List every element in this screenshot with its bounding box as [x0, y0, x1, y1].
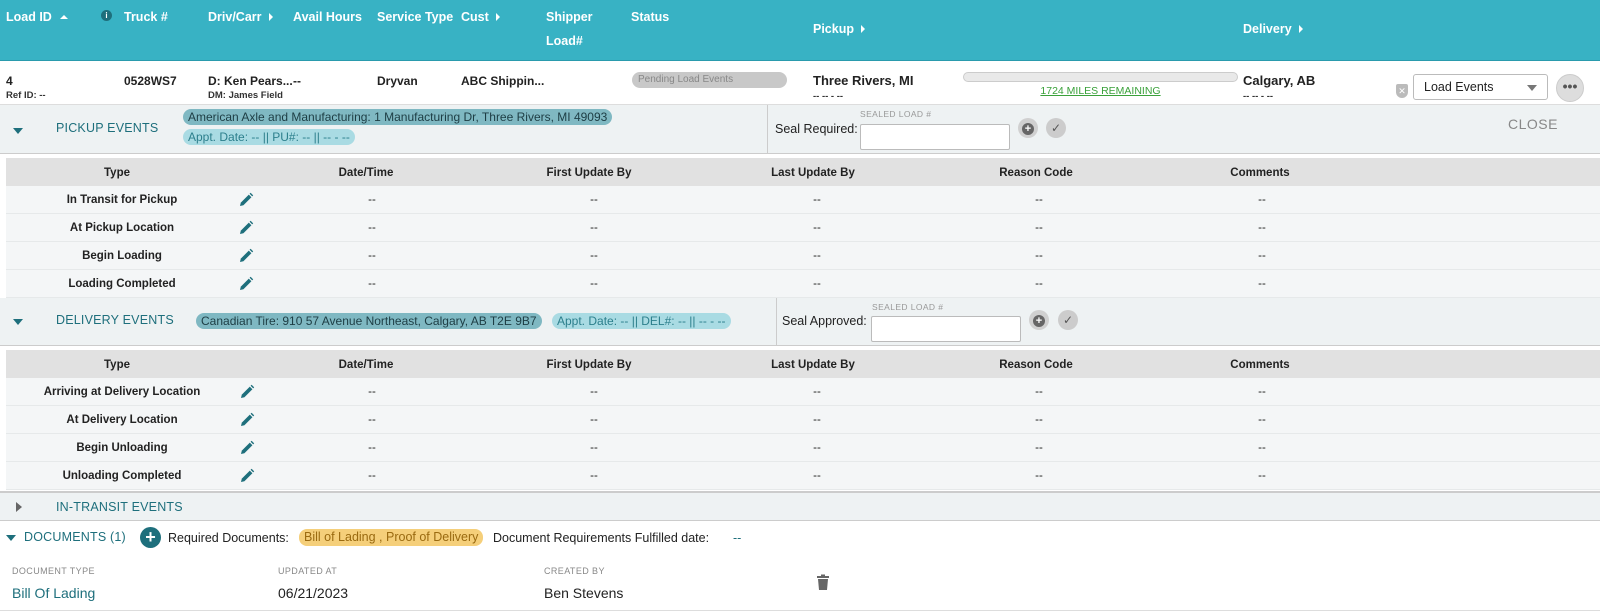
sealed-load-caption: SEALED LOAD # — [860, 109, 932, 119]
table-row: Unloading Completed -- -- -- -- -- — [6, 462, 1600, 490]
trash-icon[interactable] — [816, 574, 830, 591]
pencil-icon[interactable] — [238, 276, 254, 292]
pencil-icon[interactable] — [239, 412, 255, 428]
add-document-button[interactable]: + — [140, 527, 161, 548]
pickup-sealed-load-input[interactable] — [860, 124, 1010, 150]
add-seal-button[interactable]: + — [1029, 310, 1049, 330]
expand-icon — [861, 25, 865, 33]
table-row: At Delivery Location -- -- -- -- -- — [6, 406, 1600, 434]
pickup-events-header: PICKUP EVENTS American Axle and Manufact… — [0, 105, 1600, 154]
header-pickup[interactable]: Pickup — [813, 22, 865, 36]
sort-asc-icon — [59, 15, 68, 19]
document-type-header: DOCUMENT TYPE — [12, 566, 95, 576]
close-button[interactable]: CLOSE — [1508, 116, 1558, 132]
avail-hours: -- — [293, 74, 301, 88]
required-documents-label: Required Documents: — [168, 531, 289, 545]
created-by-header: CREATED BY — [544, 566, 605, 576]
dispatch-manager: DM: James Field — [208, 90, 283, 101]
created-by-value: Ben Stevens — [544, 585, 624, 601]
delivery-appt-chip: Appt. Date: -- || DEL#: -- || -- - -- — [552, 313, 731, 329]
load-row[interactable]: 4 Ref ID: -- 0528WS7 D: Ken Pears... DM:… — [0, 61, 1600, 105]
delivery-events-title[interactable]: DELIVERY EVENTS — [56, 313, 174, 327]
delivery-events-header: DELIVERY EVENTS Canadian Tire: 910 57 Av… — [0, 298, 1600, 346]
collapse-icon[interactable] — [13, 128, 23, 134]
expand-icon[interactable] — [16, 502, 22, 512]
more-options-button[interactable]: ••• — [1556, 74, 1584, 102]
load-events-select[interactable]: Load Events — [1413, 74, 1548, 100]
header-service-type[interactable]: Service Type — [377, 10, 453, 24]
documents-header: DOCUMENTS (1) + Required Documents: Bill… — [0, 522, 1600, 554]
pickup-city: Three Rivers, MI — [813, 73, 914, 88]
table-header: Load ID i Truck # Driv/Carr Avail Hours … — [0, 0, 1600, 61]
expand-icon — [268, 13, 273, 21]
in-transit-events-title[interactable]: IN-TRANSIT EVENTS — [56, 500, 183, 514]
plus-icon: + — [1033, 315, 1045, 327]
miles-remaining-link[interactable]: 1724 MILES REMAINING — [963, 85, 1238, 97]
table-row: Begin Loading -- -- -- -- -- — [6, 242, 1600, 270]
delivery-sealed-load-input[interactable] — [871, 316, 1021, 342]
info-icon: i — [101, 10, 112, 21]
service-type: Dryvan — [377, 74, 418, 88]
collapse-icon[interactable] — [6, 535, 16, 541]
table-row: Arriving at Delivery Location -- -- -- -… — [6, 378, 1600, 406]
delivery-address-chip: Canadian Tire: 910 57 Avenue Northeast, … — [196, 313, 542, 329]
customer[interactable]: ABC Shippin... — [461, 74, 544, 88]
pencil-icon[interactable] — [239, 440, 255, 456]
seal-required-label: Seal Required: — [775, 122, 858, 136]
table-row: In Transit for Pickup -- -- -- -- -- — [6, 186, 1600, 214]
document-type-link[interactable]: Bill Of Lading — [12, 585, 95, 601]
chevron-down-icon — [1527, 85, 1537, 91]
pencil-icon[interactable] — [239, 384, 255, 400]
truck-number: 0528WS7 — [124, 74, 177, 88]
table-row: At Pickup Location -- -- -- -- -- — [6, 214, 1600, 242]
pencil-icon[interactable] — [238, 220, 254, 236]
seal-approved-label: Seal Approved: — [782, 314, 867, 328]
delivery-table-header: Type Date/Time First Update By Last Upda… — [6, 350, 1600, 380]
pencil-icon[interactable] — [239, 468, 255, 484]
required-documents-chip: Bill of Lading , Proof of Delivery — [299, 529, 484, 546]
driver-name[interactable]: D: Ken Pears... — [208, 74, 293, 88]
header-delivery[interactable]: Delivery — [1243, 22, 1303, 36]
sealed-load-caption: SEALED LOAD # — [872, 302, 944, 312]
header-cust[interactable]: Cust — [461, 10, 500, 24]
confirm-seal-button[interactable]: ✓ — [1046, 118, 1066, 138]
shield-icon[interactable]: ✕ — [1396, 84, 1408, 98]
header-status[interactable]: Status — [631, 10, 669, 24]
table-row: Begin Unloading -- -- -- -- -- — [6, 434, 1600, 462]
updated-at-value: 06/21/2023 — [278, 585, 349, 601]
status-badge: Pending Load Events — [632, 72, 787, 88]
pickup-table-header: Type Date/Time First Update By Last Upda… — [6, 158, 1600, 188]
expand-icon — [1298, 25, 1303, 33]
pencil-icon[interactable] — [238, 192, 254, 208]
ref-id: Ref ID: -- — [6, 90, 46, 101]
pencil-icon[interactable] — [238, 248, 254, 264]
table-row: Loading Completed -- -- -- -- -- — [6, 270, 1600, 298]
updated-at-header: UPDATED AT — [278, 566, 338, 576]
expand-icon — [495, 13, 500, 21]
plus-icon: + — [1022, 123, 1034, 135]
fulfilled-date-value: -- — [733, 531, 742, 545]
pickup-events-title[interactable]: PICKUP EVENTS — [56, 121, 158, 135]
pickup-appt-chip: Appt. Date: -- || PU#: -- || -- - -- — [183, 129, 355, 145]
header-shipper[interactable]: Shipper Load# — [546, 10, 593, 48]
load-id: 4 — [6, 74, 13, 88]
pickup-date: -- -- - -- — [813, 91, 844, 102]
header-driv-carr[interactable]: Driv/Carr — [208, 10, 273, 24]
collapse-icon[interactable] — [13, 319, 23, 325]
header-avail-hours[interactable]: Avail Hours — [293, 10, 362, 24]
in-transit-events-header: IN-TRANSIT EVENTS — [0, 491, 1600, 521]
add-seal-button[interactable]: + — [1018, 118, 1038, 138]
confirm-seal-button[interactable]: ✓ — [1058, 310, 1078, 330]
route-progress-bar — [963, 72, 1238, 82]
documents-title[interactable]: DOCUMENTS (1) — [24, 530, 126, 544]
header-truck[interactable]: Truck # — [124, 10, 168, 24]
pickup-address-chip: American Axle and Manufacturing: 1 Manuf… — [183, 109, 613, 125]
delivery-city: Calgary, AB — [1243, 73, 1316, 88]
delivery-date: -- -- - -- — [1243, 91, 1274, 102]
fulfilled-date-label: Document Requirements Fulfilled date: — [493, 531, 710, 545]
header-load-id[interactable]: Load ID — [6, 10, 68, 24]
header-info[interactable]: i — [101, 10, 112, 21]
